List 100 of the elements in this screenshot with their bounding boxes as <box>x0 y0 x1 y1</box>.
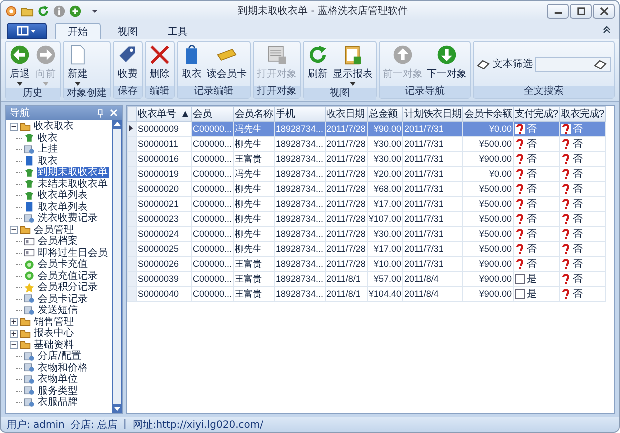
ribbon-button[interactable]: 收费 <box>115 43 141 85</box>
table-row[interactable]: S0000025 C00000... 柳先生 18928734... 2011/7/28 ¥17.00 2011/7/31 ¥500.00 否 否 <box>128 242 606 256</box>
table-row[interactable]: S0000009 C00000... 冯先生 18928734... 2011/7/28 ¥90.00 2011/7/31 ¥0.00 否 否 <box>128 122 606 136</box>
table-cell: S0000025 <box>136 242 192 256</box>
table-cell: 18928734... <box>274 136 326 152</box>
tree-item[interactable]: 取衣单列表 <box>37 202 89 213</box>
table-row[interactable]: S0000024 C00000... 柳先生 18928734... 2011/7/28 ¥30.00 2011/7/31 ¥500.00 否 否 <box>128 226 606 242</box>
ribbon-button[interactable]: 下一对象 <box>425 43 469 85</box>
tree-item[interactable]: 报表中心 <box>33 328 75 340</box>
tree-item[interactable]: 衣服品牌 <box>37 397 79 408</box>
table-row[interactable]: S0000039 C00000... 王富贵 18928734... 2011/8/1 ¥57.00 2011/8/4 ¥900.00 是 否 <box>128 272 606 286</box>
table-cell: 18928734... <box>274 226 326 242</box>
ribbon-tab[interactable]: 工具 <box>155 23 201 39</box>
table-cell-text: 是 <box>526 273 537 286</box>
tree-item[interactable]: 服务类型 <box>37 386 79 397</box>
tree-item[interactable]: 会员充值记录 <box>37 270 99 282</box>
table-cell: 2011/7/31 <box>402 122 463 136</box>
table-cell: C00000... <box>191 272 234 286</box>
table-cell: 2011/7/31 <box>402 256 463 272</box>
table-row[interactable]: S0000020 C00000... 柳先生 18928734... 2011/7/28 ¥68.00 2011/7/31 ¥500.00 否 否 <box>128 182 606 196</box>
tree-item[interactable]: 上挂 <box>37 144 59 156</box>
tree-item[interactable]: 会员管理 <box>33 224 75 236</box>
column-header[interactable]: 支付完成? <box>513 106 560 122</box>
tree-item[interactable]: 衣物和价格 <box>37 362 89 374</box>
ribbon-button[interactable]: 删除 <box>147 43 173 85</box>
table-cell: 2011/8/4 <box>402 286 463 302</box>
table-cell: 2011/7/28 <box>325 182 368 196</box>
table-row[interactable]: S0000040 C00000... 王富贵 18928734... 2011/8/1 ¥104.40 2011/8/4 ¥900.00 是 否 <box>128 286 606 302</box>
ribbon-tab[interactable]: 视图 <box>105 23 151 39</box>
filter-label: 文本筛选 <box>493 58 533 71</box>
table-cell: ¥90.00 <box>367 122 403 136</box>
table-cell: C00000... <box>191 122 234 136</box>
ribbon-button[interactable]: 取衣 <box>179 43 205 85</box>
column-header[interactable]: 取衣完成? <box>560 106 606 122</box>
ribbon-button[interactable]: 后退 <box>7 43 33 87</box>
table-cell: 2011/7/31 <box>402 196 463 212</box>
tree-item[interactable]: 衣物单位 <box>37 374 79 386</box>
ribbon-button[interactable]: 新建 <box>65 43 91 87</box>
table-cell: ¥0.00 <box>462 122 514 136</box>
tree-item[interactable]: 发送短信 <box>37 305 79 316</box>
tree-item[interactable]: 到期未取收衣单 <box>37 167 109 178</box>
tree-item[interactable]: 会员卡充值 <box>37 259 89 270</box>
table-cell-text: 否 <box>526 138 537 151</box>
column-header[interactable]: 手机 <box>274 106 326 122</box>
column-header[interactable]: 总金额 <box>367 106 403 122</box>
column-header[interactable]: 会员 <box>191 106 234 122</box>
table-cell: C00000... <box>191 166 234 182</box>
table-cell: 18928734... <box>274 256 326 272</box>
tree-item[interactable]: 会员卡记录 <box>37 294 89 305</box>
tree-item[interactable]: 收衣单列表 <box>37 190 89 202</box>
table-cell-text: 否 <box>573 273 584 286</box>
table-cell: ¥500.00 <box>462 212 514 226</box>
tree-item[interactable]: 即将过生日会员 <box>37 248 109 259</box>
table-row[interactable]: S0000016 C00000... 王富贵 18928734... 2011/7/28 ¥30.00 2011/7/31 ¥900.00 否 否 <box>128 152 606 166</box>
table-cell: 冯先生 <box>234 122 274 136</box>
table-row[interactable]: S0000021 C00000... 柳先生 18928734... 2011/7/28 ¥17.00 2011/7/31 ¥500.00 否 否 <box>128 196 606 212</box>
table-cell-text: 否 <box>526 198 537 211</box>
ribbon-button[interactable]: 刷新 <box>305 43 331 87</box>
table-cell: S0000023 <box>136 212 192 226</box>
tree-item[interactable]: 未结未取收衣单 <box>37 178 109 190</box>
table-cell: ¥17.00 <box>367 242 403 256</box>
tree-item[interactable]: 洗衣收费记录 <box>37 213 99 224</box>
tree-item[interactable]: 收衣取衣 <box>33 121 75 132</box>
table-cell: 柳先生 <box>234 136 274 152</box>
tree-item[interactable]: 收衣 <box>37 132 59 144</box>
table-cell-text: 否 <box>526 258 537 271</box>
column-header[interactable]: 收衣单号 ▲ <box>136 106 192 122</box>
tree-item[interactable]: 分店/配置 <box>37 351 82 362</box>
table-row[interactable]: S0000019 C00000... 冯先生 18928734... 2011/7/28 ¥20.00 2011/7/31 ¥0.00 否 否 <box>128 166 606 182</box>
table-cell-text: 否 <box>573 123 584 136</box>
ribbon-button[interactable]: 显示报表 <box>331 43 375 87</box>
column-header[interactable]: 会员卡余额 <box>462 106 514 122</box>
table-cell: 2011/7/28 <box>325 196 368 212</box>
table-cell: 18928734... <box>274 286 326 302</box>
table-row[interactable]: S0000011 C00000... 柳先生 18928734... 2011/7/28 ¥30.00 2011/7/31 ¥500.00 否 否 <box>128 136 606 152</box>
table-cell-text: 否 <box>526 228 537 241</box>
table-cell: 2011/7/31 <box>402 166 463 182</box>
table-cell: ¥0.00 <box>462 166 514 182</box>
column-header[interactable]: 收衣日期 <box>325 106 368 122</box>
column-header[interactable]: 会员名称 <box>234 106 274 122</box>
tree-item[interactable]: 基础资料 <box>33 340 75 351</box>
table-cell-text: 否 <box>573 258 584 271</box>
tree-item[interactable]: 会员档案 <box>37 236 79 248</box>
table-cell-text: 否 <box>573 228 584 241</box>
table-cell: C00000... <box>191 212 234 226</box>
table-cell-text: 否 <box>573 213 584 226</box>
table-cell: 2011/7/31 <box>402 226 463 242</box>
tree-item[interactable]: 会员积分记录 <box>37 282 99 294</box>
table-cell: 2011/7/28 <box>325 256 368 272</box>
ribbon-button[interactable]: 读会员卡 <box>205 43 249 85</box>
table-row[interactable]: S0000026 C00000... 王富贵 18928734... 2011/7/28 ¥10.00 2011/7/31 ¥900.00 否 否 <box>128 256 606 272</box>
table-cell: 2011/7/31 <box>402 182 463 196</box>
table-cell: 王富贵 <box>234 272 274 286</box>
table-cell: 2011/8/4 <box>402 272 463 286</box>
tree-item[interactable]: 销售管理 <box>33 316 75 328</box>
table-row[interactable]: S0000023 C00000... 柳先生 18928734... 2011/7/28 ¥107.00 2011/7/31 ¥500.00 否 否 <box>128 212 606 226</box>
table-cell: ¥57.00 <box>367 272 403 286</box>
ribbon-tab[interactable]: 开始 <box>55 23 101 39</box>
tree-item[interactable]: 取衣 <box>37 156 59 167</box>
column-header[interactable]: 计划铁衣日期 <box>402 106 463 122</box>
